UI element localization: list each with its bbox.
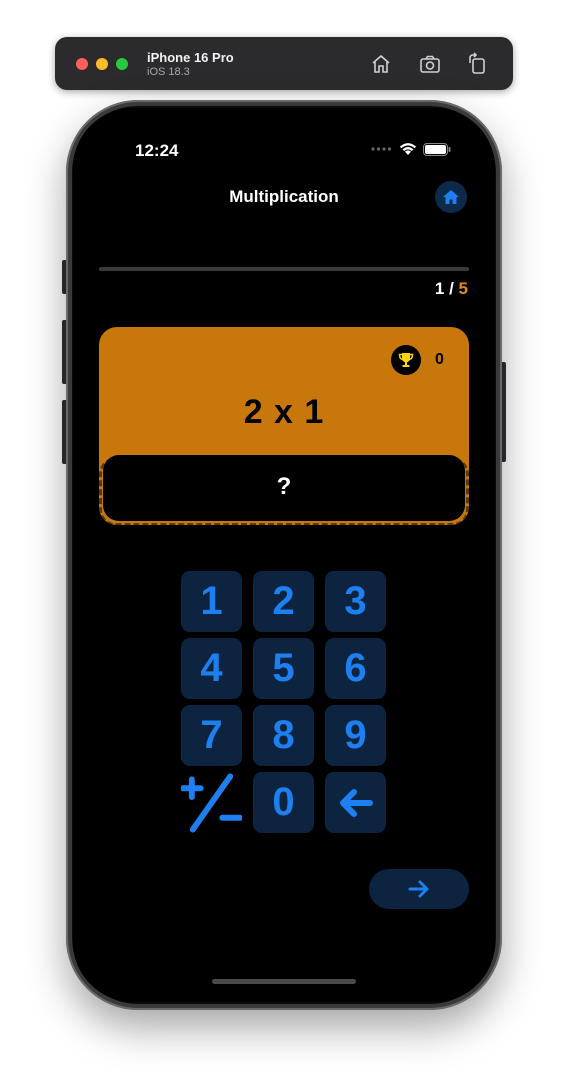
app-screen: 12:24 Multiplication 1 / 5 0 2 x 1 ? 1 2… [73, 108, 495, 1002]
status-icons [371, 142, 451, 156]
simulator-toolbar: iPhone 16 Pro iOS 18.3 [55, 37, 513, 90]
trophy-icon [398, 353, 414, 367]
plus-minus-key[interactable] [181, 772, 242, 833]
home-indicator[interactable] [212, 979, 356, 984]
close-window-button[interactable] [76, 58, 88, 70]
minimize-window-button[interactable] [96, 58, 108, 70]
key-4[interactable]: 4 [181, 638, 242, 699]
status-time: 12:24 [135, 141, 179, 160]
wifi-icon [399, 143, 417, 155]
zoom-window-button[interactable] [116, 58, 128, 70]
key-2[interactable]: 2 [253, 571, 314, 632]
key-3[interactable]: 3 [325, 571, 386, 632]
device-name: iPhone 16 Pro [147, 50, 234, 65]
os-version: iOS 18.3 [147, 66, 190, 78]
next-button[interactable] [369, 869, 469, 909]
home-icon[interactable] [369, 52, 393, 76]
score-value: 0 [435, 351, 444, 368]
key-9[interactable]: 9 [325, 705, 386, 766]
backspace-key[interactable] [325, 772, 386, 833]
answer-value: ? [276, 473, 292, 500]
question-card: 0 2 x 1 ? [99, 327, 469, 525]
key-7[interactable]: 7 [181, 705, 242, 766]
page-title: Multiplication [229, 187, 339, 206]
progress-separator: / [444, 279, 459, 298]
key-0[interactable]: 0 [253, 772, 314, 833]
answer-field[interactable]: ? [103, 455, 465, 521]
progress-bar [99, 267, 469, 271]
screenshot-icon[interactable] [418, 52, 442, 76]
key-8[interactable]: 8 [253, 705, 314, 766]
plus-minus-icon [181, 772, 242, 833]
progress-counter: 1 / 5 [435, 279, 468, 299]
rotate-icon[interactable] [465, 52, 489, 76]
progress-total: 5 [458, 279, 468, 298]
backspace-arrow-icon [339, 788, 373, 817]
arrow-right-icon [408, 880, 429, 898]
key-5[interactable]: 5 [253, 638, 314, 699]
home-button[interactable] [435, 181, 467, 213]
house-icon [443, 190, 459, 204]
progress-current: 1 [434, 279, 445, 298]
signal-dots-icon [371, 147, 392, 151]
key-6[interactable]: 6 [325, 638, 386, 699]
battery-icon [423, 142, 451, 156]
score-badge [391, 345, 421, 375]
question-text: 2 x 1 [243, 393, 325, 431]
key-1[interactable]: 1 [181, 571, 242, 632]
